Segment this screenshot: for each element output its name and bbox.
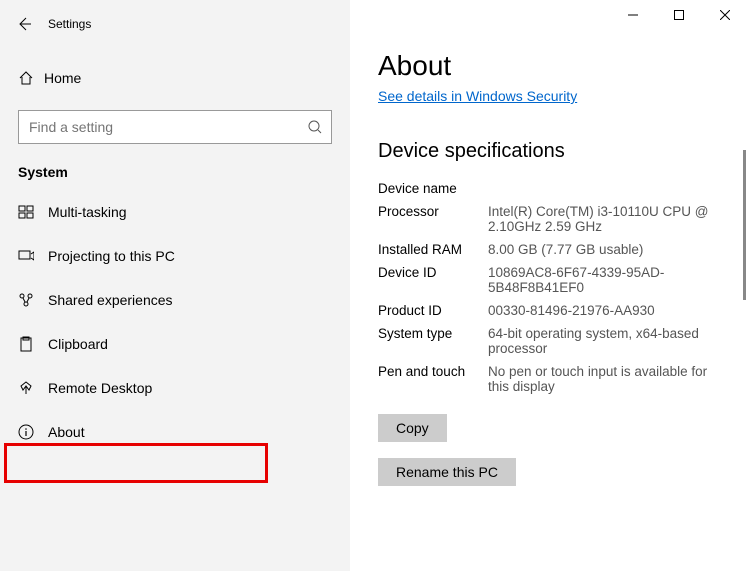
nav-label: Shared experiences xyxy=(48,292,173,308)
spec-label: System type xyxy=(378,326,488,356)
spec-label: Processor xyxy=(378,204,488,234)
titlebar: Settings xyxy=(0,8,350,40)
nav-label: Multi-tasking xyxy=(48,204,127,220)
maximize-icon xyxy=(674,10,684,20)
info-icon xyxy=(18,424,34,440)
window-controls xyxy=(610,0,748,30)
close-icon xyxy=(720,10,730,20)
scrollbar-thumb[interactable] xyxy=(743,150,746,300)
nav-label: Projecting to this PC xyxy=(48,248,175,264)
spec-row-pen-touch: Pen and touch No pen or touch input is a… xyxy=(378,360,748,398)
spec-row-device-name: Device name xyxy=(378,177,748,200)
section-header: System xyxy=(0,144,350,190)
nav-multitasking[interactable]: Multi-tasking xyxy=(0,190,350,234)
nav-label: Clipboard xyxy=(48,336,108,352)
right-pane: About See details in Windows Security De… xyxy=(350,0,748,571)
nav-label: About xyxy=(48,424,85,440)
left-pane: Settings Home System Multi-tasking Proje… xyxy=(0,0,350,571)
spec-row-system-type: System type 64-bit operating system, x64… xyxy=(378,322,748,360)
clipboard-icon xyxy=(18,336,34,352)
nav-projecting[interactable]: Projecting to this PC xyxy=(0,234,350,278)
projecting-icon xyxy=(18,248,34,264)
spec-value: 8.00 GB (7.77 GB usable) xyxy=(488,242,748,257)
page-title: About xyxy=(378,50,748,82)
windows-security-link[interactable]: See details in Windows Security xyxy=(378,88,577,104)
spec-label: Pen and touch xyxy=(378,364,488,394)
minimize-button[interactable] xyxy=(610,0,656,30)
remote-desktop-icon xyxy=(18,380,34,396)
minimize-icon xyxy=(628,10,638,20)
spec-value: No pen or touch input is available for t… xyxy=(488,364,748,394)
close-button[interactable] xyxy=(702,0,748,30)
spec-label: Device name xyxy=(378,181,488,196)
spec-value: 64-bit operating system, x64-based proce… xyxy=(488,326,748,356)
search-box[interactable] xyxy=(18,110,332,144)
spec-label: Product ID xyxy=(378,303,488,318)
arrow-left-icon xyxy=(16,16,32,32)
maximize-button[interactable] xyxy=(656,0,702,30)
nav-clipboard[interactable]: Clipboard xyxy=(0,322,350,366)
copy-button[interactable]: Copy xyxy=(378,414,447,442)
multitasking-icon xyxy=(18,204,34,220)
nav-remote-desktop[interactable]: Remote Desktop xyxy=(0,366,350,410)
search-input[interactable] xyxy=(29,119,307,135)
home-icon xyxy=(18,70,34,86)
spec-row-processor: Processor Intel(R) Core(TM) i3-10110U CP… xyxy=(378,200,748,238)
spec-row-ram: Installed RAM 8.00 GB (7.77 GB usable) xyxy=(378,238,748,261)
spec-row-device-id: Device ID 10869AC8-6F67-4339-95AD-5B48F8… xyxy=(378,261,748,299)
nav-home[interactable]: Home xyxy=(0,58,350,98)
spec-row-product-id: Product ID 00330-81496-21976-AA930 xyxy=(378,299,748,322)
back-button[interactable] xyxy=(8,8,40,40)
nav-about[interactable]: About xyxy=(0,410,350,454)
spec-label: Installed RAM xyxy=(378,242,488,257)
spec-label: Device ID xyxy=(378,265,488,295)
search-icon xyxy=(307,119,323,135)
nav-shared-experiences[interactable]: Shared experiences xyxy=(0,278,350,322)
app-title: Settings xyxy=(48,17,91,31)
spec-value xyxy=(488,181,748,196)
nav-home-label: Home xyxy=(44,70,81,86)
spec-value: 00330-81496-21976-AA930 xyxy=(488,303,748,318)
shared-icon xyxy=(18,292,34,308)
spec-value: 10869AC8-6F67-4339-95AD-5B48F8B41EF0 xyxy=(488,265,748,295)
spec-value: Intel(R) Core(TM) i3-10110U CPU @ 2.10GH… xyxy=(488,204,748,234)
rename-pc-button[interactable]: Rename this PC xyxy=(378,458,516,486)
nav-label: Remote Desktop xyxy=(48,380,152,396)
device-spec-header: Device specifications xyxy=(378,140,748,163)
